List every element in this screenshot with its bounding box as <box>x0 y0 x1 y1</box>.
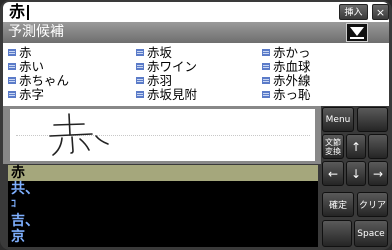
candidate-item[interactable]: 赤 <box>8 165 318 181</box>
prediction-item[interactable]: 赤かっ <box>261 45 311 60</box>
prediction-item[interactable]: 赤坂見附 <box>135 87 197 102</box>
prediction-item[interactable]: 赤外線 <box>261 73 311 88</box>
down-arrow-button[interactable]: ↓ <box>346 161 366 186</box>
input-bar[interactable]: 赤 挿入 × <box>3 2 389 22</box>
handwriting-input-window: 赤 挿入 × 予測候補 赤 赤い 赤ちゃん 赤字 赤坂 赤ワイン 赤羽 赤坂見附… <box>0 0 392 250</box>
prediction-item[interactable]: 赤羽 <box>135 73 172 88</box>
handwriting-canvas[interactable] <box>10 109 315 161</box>
handwriting-strokes <box>49 113 109 156</box>
space-button[interactable]: Space <box>354 220 388 247</box>
prediction-item[interactable]: 赤坂 <box>135 45 172 60</box>
bunsetsu-label-2: 変換 <box>325 146 341 156</box>
bunsetsu-convert-button[interactable]: 文節 変換 <box>322 134 344 159</box>
prediction-item[interactable]: 赤い <box>7 59 44 74</box>
prediction-item[interactable]: 赤字 <box>7 87 44 102</box>
prediction-title: 予測候補 <box>8 24 64 40</box>
candidate-item[interactable]: 共、 <box>8 181 318 197</box>
blank-key[interactable] <box>322 220 352 247</box>
confirm-button[interactable]: 確定 <box>322 192 354 217</box>
candidate-item[interactable]: 京 <box>8 229 318 245</box>
prediction-item[interactable]: 赤っ恥 <box>261 87 311 102</box>
underline-icon <box>350 37 364 39</box>
insert-button[interactable]: 挿入 <box>339 4 368 20</box>
clear-button[interactable]: クリア <box>357 192 388 217</box>
prediction-item[interactable]: 赤血球 <box>261 59 311 74</box>
text-caret <box>27 5 29 20</box>
prediction-item[interactable]: 赤 <box>7 45 32 60</box>
candidate-item[interactable]: 吉、 <box>8 213 318 229</box>
blank-key[interactable] <box>368 134 388 159</box>
expand-predictions-button[interactable] <box>346 23 368 42</box>
prediction-panel: 予測候補 赤 赤い 赤ちゃん 赤字 赤坂 赤ワイン 赤羽 赤坂見附 赤かっ 赤血… <box>3 22 389 106</box>
candidate-list: 赤 共、 ｺ 吉、 京 <box>8 165 318 247</box>
prediction-item[interactable]: 赤ちゃん <box>7 73 69 88</box>
left-arrow-button[interactable]: ← <box>322 161 344 186</box>
blank-key[interactable] <box>357 107 388 132</box>
candidate-item[interactable]: ｺ <box>8 197 318 213</box>
prediction-header: 予測候補 <box>3 22 389 43</box>
up-arrow-button[interactable]: ↑ <box>346 134 366 159</box>
close-button[interactable]: × <box>372 4 389 20</box>
input-text: 赤 <box>9 2 26 21</box>
menu-button[interactable]: Menu <box>322 107 354 132</box>
right-arrow-button[interactable]: → <box>368 161 388 186</box>
prediction-item[interactable]: 赤ワイン <box>135 59 197 74</box>
bunsetsu-label-1: 文節 <box>325 137 341 147</box>
chevron-down-icon <box>350 27 364 36</box>
